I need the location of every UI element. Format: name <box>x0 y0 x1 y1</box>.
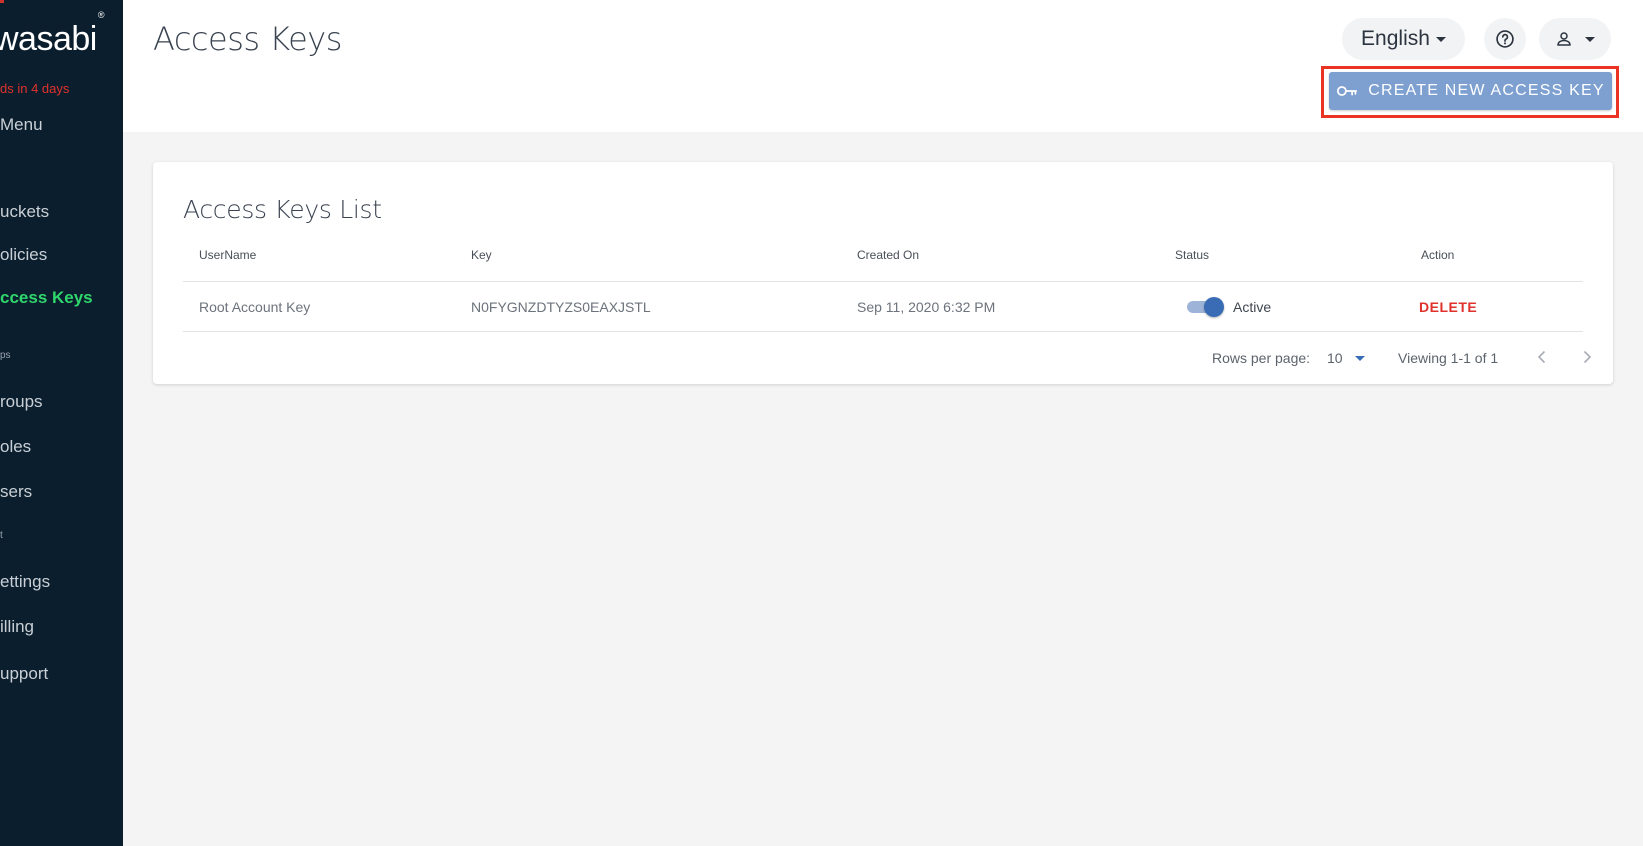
wasabi-logo[interactable]: wasabi® <box>0 10 104 59</box>
logo-text: wasabi <box>0 20 97 58</box>
previous-page-button[interactable] <box>1534 348 1550 368</box>
column-header-username[interactable]: UserName <box>199 248 256 262</box>
cell-created-on: Sep 11, 2020 6:32 PM <box>857 299 996 315</box>
status-label: Active <box>1233 299 1272 315</box>
card-title: Access Keys List <box>183 195 382 224</box>
column-header-action: Action <box>1421 248 1455 262</box>
user-menu-button[interactable] <box>1539 18 1611 60</box>
sidebar-item-support[interactable]: upport <box>0 664 48 684</box>
access-keys-card: Access Keys List UserName Key Created On… <box>153 162 1613 384</box>
chevron-down-icon <box>1354 355 1365 361</box>
language-selector[interactable]: English <box>1342 18 1465 60</box>
help-button[interactable] <box>1484 18 1526 60</box>
sidebar: wasabi® ds in 4 days Menu uckets olicies… <box>0 0 123 846</box>
sidebar-item-groups[interactable]: roups <box>0 392 43 412</box>
cell-username: Root Account Key <box>199 299 311 315</box>
sidebar-item-users[interactable]: sers <box>0 482 32 502</box>
header-divider <box>183 281 1583 282</box>
sidebar-item-access-keys[interactable]: ccess Keys <box>0 288 93 308</box>
next-page-button[interactable] <box>1579 348 1595 368</box>
column-header-status[interactable]: Status <box>1175 248 1209 262</box>
pagination-range: Viewing 1-1 of 1 <box>1398 350 1499 366</box>
sidebar-menu-toggle[interactable]: Menu <box>0 115 43 135</box>
sidebar-item-settings[interactable]: ettings <box>0 572 50 592</box>
language-label: English <box>1361 27 1430 50</box>
trial-notice: ds in 4 days <box>0 81 70 96</box>
row-divider <box>183 331 1583 332</box>
rows-per-page-value: 10 <box>1327 350 1343 366</box>
sidebar-item-policies[interactable]: olicies <box>0 245 47 265</box>
toggle-knob <box>1204 297 1224 317</box>
chevron-left-icon <box>1537 350 1546 364</box>
cell-key: N0FYGNZDTYZS0EAXJSTL <box>471 299 651 315</box>
delete-button[interactable]: DELETE <box>1419 299 1477 315</box>
sidebar-item-buckets[interactable]: uckets <box>0 202 49 222</box>
chevron-down-icon <box>1435 36 1446 42</box>
logo-registered-mark: ® <box>97 9 105 20</box>
sidebar-item-roles[interactable]: oles <box>0 437 31 457</box>
page-title: Access Keys <box>153 20 342 58</box>
sidebar-section-groups-header: ps <box>0 350 11 361</box>
sidebar-section-account-header: t <box>0 530 3 541</box>
rows-per-page-label: Rows per page: <box>1212 350 1311 366</box>
key-icon <box>1337 86 1358 96</box>
chevron-right-icon <box>1583 350 1592 364</box>
help-circle-icon <box>1496 30 1514 48</box>
page-header: Access Keys English CREATE NEW ACCESS KE… <box>123 0 1643 132</box>
column-header-key[interactable]: Key <box>471 248 492 262</box>
status-toggle[interactable] <box>1187 297 1225 317</box>
create-new-access-key-button[interactable]: CREATE NEW ACCESS KEY <box>1329 72 1612 110</box>
sidebar-item-billing[interactable]: illing <box>0 617 34 637</box>
chevron-down-icon <box>1585 36 1595 42</box>
sidebar-corner-mark <box>0 0 4 3</box>
create-button-label: CREATE NEW ACCESS KEY <box>1368 82 1605 99</box>
column-header-created-on[interactable]: Created On <box>857 248 919 262</box>
rows-per-page-select[interactable]: 10 <box>1327 350 1365 366</box>
person-icon <box>1557 32 1571 46</box>
